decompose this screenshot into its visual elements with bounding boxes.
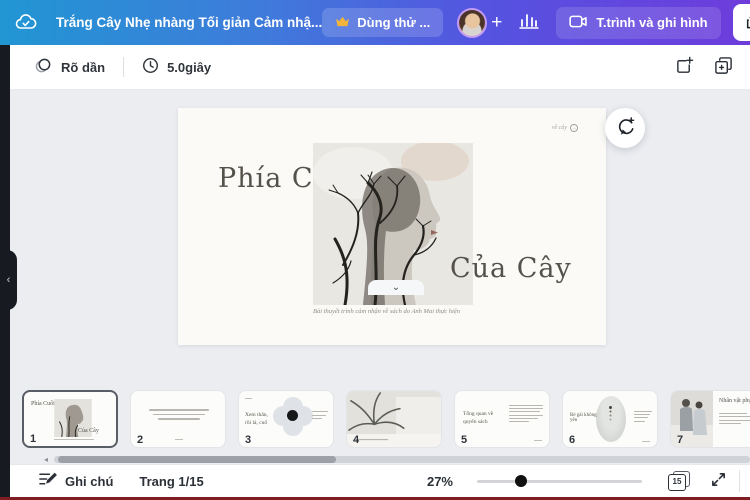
duration-label: 5.0giây bbox=[167, 59, 212, 75]
slide-thumbnail-5[interactable]: Tổng quan về quyển sách 5 bbox=[454, 390, 550, 448]
present-label: T.trình và ghi hình bbox=[596, 15, 708, 30]
bar-chart-icon bbox=[518, 12, 540, 33]
insights-button[interactable] bbox=[518, 12, 540, 33]
page-indicator: Trang 1/15 bbox=[139, 473, 204, 489]
zoom-slider-thumb[interactable] bbox=[515, 475, 527, 487]
assistant-icon bbox=[615, 116, 636, 140]
chevron-down-icon: ⌄ bbox=[391, 281, 401, 293]
slide-thumbnail-6[interactable]: Bé gái không yên 6 bbox=[562, 390, 658, 448]
chevron-left-icon: ‹ bbox=[6, 273, 11, 286]
grid-view-button[interactable]: 15 bbox=[668, 471, 690, 491]
thumbnail-figure bbox=[609, 406, 612, 409]
user-avatar[interactable] bbox=[457, 7, 488, 38]
slide-page[interactable]: về cây → Phía Cuối Của Cây Bài thuyết tr… bbox=[178, 108, 606, 345]
slide-caption[interactable]: Bài thuyết trình cảm nhận về sách do Anh… bbox=[313, 308, 493, 315]
zoom-level: 27% bbox=[426, 473, 453, 489]
slide-corner-note[interactable]: về cây → bbox=[552, 124, 578, 132]
thumbnail-footer-line bbox=[175, 439, 183, 440]
clock-icon bbox=[142, 57, 159, 77]
duplicate-page-icon bbox=[714, 56, 733, 78]
thumbnail-number: 5 bbox=[461, 434, 468, 446]
slide-thumbnail-3[interactable]: Xem thân, rồi lá, cuố 3 bbox=[238, 390, 334, 448]
thumbnail-title: Xem thân, rồi lá, cuố bbox=[245, 412, 268, 427]
zoom-slider-track bbox=[477, 480, 642, 483]
transition-button[interactable]: Rõ dần bbox=[26, 51, 113, 83]
share-button[interactable]: Chia bbox=[732, 4, 750, 41]
add-member-button[interactable]: + bbox=[491, 13, 502, 32]
slide-thumbnail-1[interactable]: Phía Cuối Của Cây 1 bbox=[22, 390, 118, 448]
transition-icon bbox=[34, 57, 53, 77]
notes-icon bbox=[38, 471, 57, 491]
slide-thumbnail-4[interactable]: 4 bbox=[346, 390, 442, 448]
thumbnail-text-lines bbox=[149, 409, 209, 420]
add-page-icon bbox=[675, 56, 694, 78]
slide-thumbnail-2[interactable]: 2 bbox=[130, 390, 226, 448]
video-camera-icon bbox=[569, 15, 588, 31]
thumbnail-text-lines bbox=[509, 405, 543, 422]
thumbnail-number: 3 bbox=[245, 434, 252, 446]
canvas-area: về cây → Phía Cuối Của Cây Bài thuyết tr… bbox=[0, 90, 750, 385]
open-side-panel-button[interactable]: ‹ bbox=[0, 250, 17, 310]
thumbnail-text-lines bbox=[719, 413, 750, 425]
thumbnail-title: Phía Cuối bbox=[31, 401, 55, 407]
page-count: 15 bbox=[668, 474, 686, 491]
zoom-slider[interactable] bbox=[477, 474, 642, 488]
statusbar-divider bbox=[739, 470, 740, 492]
scrollbar-thumb[interactable] bbox=[58, 456, 336, 463]
thumbnail-subtitle: Của Cây bbox=[78, 428, 99, 434]
side-panel-rail: ‹ bbox=[0, 45, 17, 497]
canva-assistant-button[interactable] bbox=[605, 108, 645, 148]
add-page-button[interactable] bbox=[672, 53, 697, 81]
filmstrip: Phía Cuối Của Cây 1 2 Xem thân, rồi lá, … bbox=[0, 385, 750, 455]
slide-thumbnail-7[interactable]: Nhân vật phụ 7 bbox=[670, 390, 750, 448]
thumbnail-number: 4 bbox=[353, 434, 360, 446]
notes-button[interactable]: Ghi chú bbox=[38, 471, 113, 491]
canva-editor: Trắng Cây Nhẹ nhàng Tối giản Cảm nhậ... … bbox=[0, 0, 750, 500]
status-bar: Ghi chú Trang 1/15 27% 15 bbox=[0, 464, 750, 497]
thumbnail-caption-line bbox=[54, 439, 94, 440]
notes-label: Ghi chú bbox=[65, 473, 114, 489]
thumbnail-number: 2 bbox=[137, 434, 144, 446]
thumbnail-title: Tổng quan về quyển sách bbox=[463, 411, 494, 426]
corner-note-text: về cây bbox=[551, 125, 567, 131]
crown-icon bbox=[335, 15, 350, 30]
page-toolbar: Rõ dần 5.0giây bbox=[0, 45, 750, 90]
scrollbar-track[interactable] bbox=[54, 456, 750, 463]
present-and-record-button[interactable]: T.trình và ghi hình bbox=[556, 6, 721, 39]
filmstrip-scrollbar: ◂ bbox=[0, 455, 750, 464]
thumbnail-title: Nhân vật phụ bbox=[719, 398, 750, 404]
slide-title-right[interactable]: Của Cây bbox=[450, 253, 572, 284]
thumbnail-title: Bé gái không yên bbox=[570, 413, 597, 423]
thumbnail-footer-line bbox=[642, 441, 650, 442]
thumbnail-text-lines bbox=[312, 411, 328, 419]
duplicate-page-button[interactable] bbox=[711, 53, 736, 81]
topbar: Trắng Cây Nhẹ nhàng Tối giản Cảm nhậ... … bbox=[0, 0, 750, 45]
duration-button[interactable]: 5.0giây bbox=[134, 51, 219, 83]
thumbnail-photo bbox=[347, 391, 441, 447]
thumbnail-flower-graphic bbox=[273, 397, 313, 439]
fullscreen-button[interactable] bbox=[710, 471, 727, 491]
thumbnail-number: 1 bbox=[30, 433, 37, 445]
thumbnail-number: 7 bbox=[677, 434, 684, 446]
expand-icon bbox=[710, 471, 727, 491]
cloud-save-status-icon bbox=[14, 11, 38, 35]
share-icon bbox=[746, 13, 750, 32]
transition-label: Rõ dần bbox=[61, 59, 106, 75]
try-pro-button[interactable]: Dùng thử ... bbox=[322, 8, 444, 37]
collapse-toolbar-button[interactable]: ⌄ bbox=[368, 280, 424, 295]
design-title[interactable]: Trắng Cây Nhẹ nhàng Tối giản Cảm nhậ... bbox=[56, 15, 322, 30]
circled-arrow-icon: → bbox=[570, 124, 578, 132]
thumbnail-text-lines bbox=[634, 411, 652, 422]
thumbnail-number: 6 bbox=[569, 434, 576, 446]
try-pro-label: Dùng thử ... bbox=[357, 15, 431, 30]
toolbar-divider bbox=[123, 57, 125, 77]
scroll-left-button[interactable]: ◂ bbox=[38, 455, 54, 464]
thumbnail-footer-line bbox=[534, 440, 542, 441]
thumbnail-header-line bbox=[245, 398, 252, 399]
